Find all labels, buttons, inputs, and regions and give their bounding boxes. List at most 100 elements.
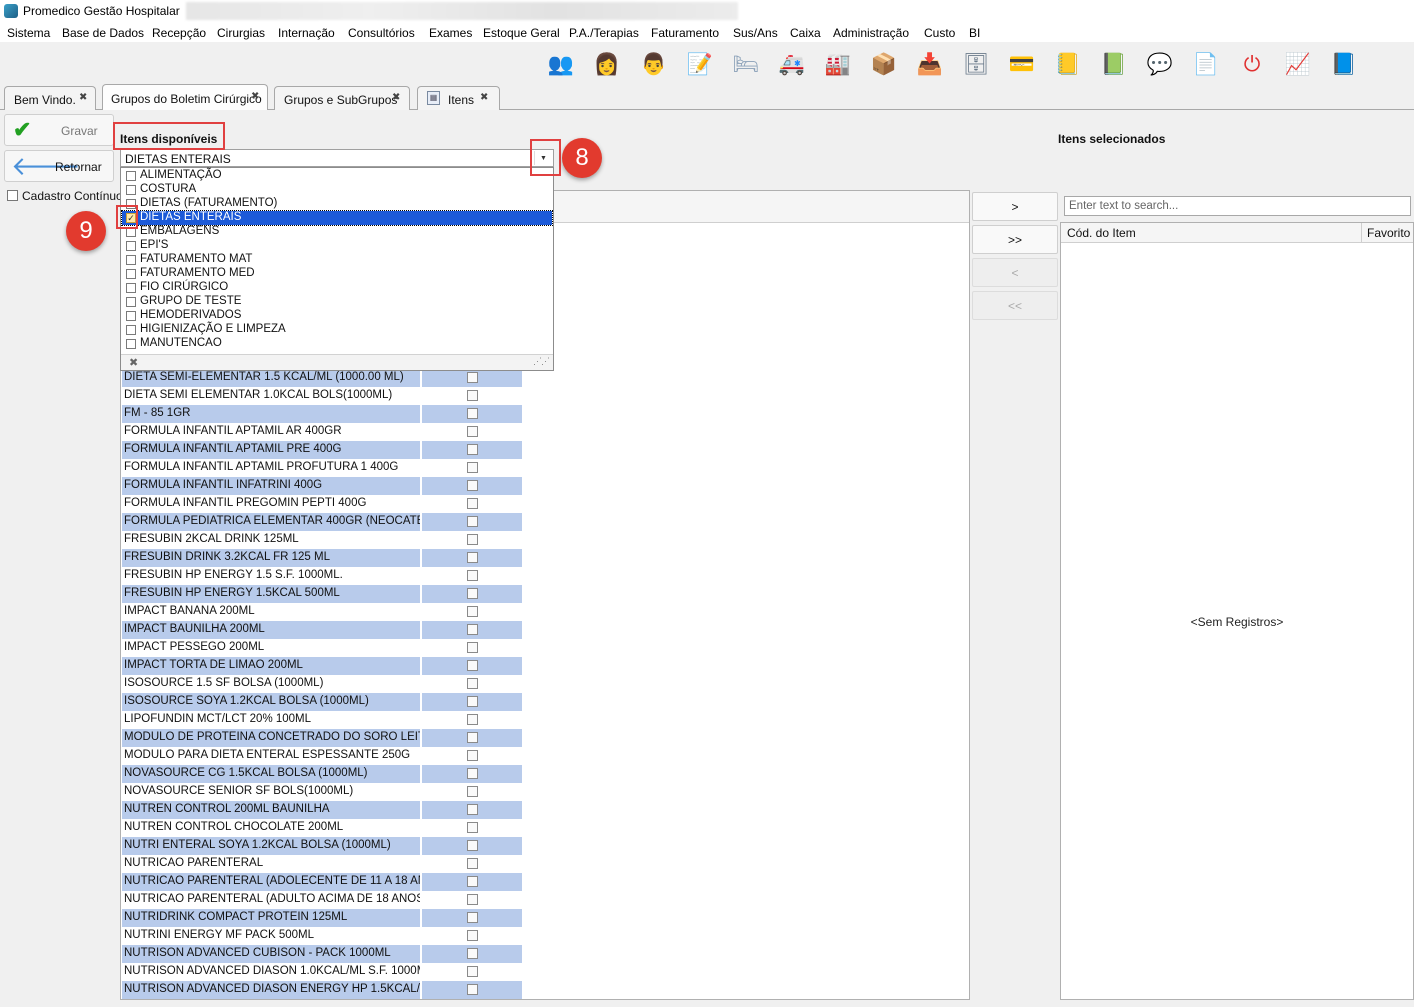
monitor-icon[interactable]: 📈 — [1281, 48, 1315, 82]
table-row[interactable]: IMPACT BANANA 200ML — [122, 603, 522, 621]
table-row[interactable]: FORMULA INFANTIL INFATRINI 400G — [122, 477, 522, 495]
table-row[interactable]: FRESUBIN 2KCAL DRINK 125ML — [122, 531, 522, 549]
dropdown-option[interactable]: HEMODERIVADOS — [122, 309, 552, 323]
add-selected-button[interactable]: > — [972, 192, 1058, 221]
remove-selected-button[interactable]: < — [972, 258, 1058, 287]
item-checkbox[interactable] — [467, 480, 478, 491]
item-checkbox[interactable] — [467, 858, 478, 869]
table-row[interactable]: NUTRICAO PARENTERAL (ADULTO ACIMA DE 18 … — [122, 891, 522, 909]
table-row[interactable]: IMPACT TORTA DE LIMAO 200ML — [122, 657, 522, 675]
option-checkbox[interactable] — [126, 311, 136, 321]
menu-custo[interactable]: Custo — [924, 26, 955, 40]
table-row[interactable]: FRESUBIN HP ENERGY 1.5 S.F. 1000ML. — [122, 567, 522, 585]
item-checkbox[interactable] — [467, 390, 478, 401]
item-checkbox[interactable] — [467, 660, 478, 671]
option-checkbox[interactable] — [126, 171, 136, 181]
item-checkbox[interactable] — [467, 624, 478, 635]
table-row[interactable]: IMPACT BAUNILHA 200ML — [122, 621, 522, 639]
menu-faturamento[interactable]: Faturamento — [651, 26, 719, 40]
item-checkbox[interactable] — [467, 642, 478, 653]
group-combobox[interactable]: DIETAS ENTERAIS ▼ — [120, 149, 554, 167]
item-checkbox[interactable] — [467, 876, 478, 887]
prescription-icon[interactable]: 📝 — [683, 48, 717, 82]
item-checkbox[interactable] — [467, 516, 478, 527]
menu-internacao[interactable]: Internação — [278, 26, 335, 40]
item-checkbox[interactable] — [467, 786, 478, 797]
option-checkbox[interactable] — [126, 283, 136, 293]
dropdown-option[interactable]: FATURAMENTO MED — [122, 267, 552, 281]
close-icon[interactable]: ✖ — [480, 92, 488, 103]
phonebook-icon[interactable]: 📒 — [1051, 48, 1085, 82]
menu-cirurgias[interactable]: Cirurgias — [217, 26, 265, 40]
dropdown-option[interactable]: MANUTENCAO — [122, 337, 552, 351]
menu-consultorios[interactable]: Consultórios — [348, 26, 415, 40]
ambulance-icon[interactable]: 🚑 — [775, 48, 809, 82]
table-row[interactable]: NUTRISON ADVANCED DIASON ENERGY HP 1.5KC… — [122, 981, 522, 999]
dropdown-option[interactable]: COSTURA — [122, 183, 552, 197]
dropdown-option[interactable]: HIGIENIZAÇÃO E LIMPEZA — [122, 323, 552, 337]
doctor-icon[interactable]: 👨 — [637, 48, 671, 82]
item-checkbox[interactable] — [467, 894, 478, 905]
table-row[interactable]: FORMULA INFANTIL APTAMIL PRE 400G — [122, 441, 522, 459]
item-checkbox[interactable] — [467, 588, 478, 599]
bed-icon[interactable]: 🛏 — [729, 48, 763, 82]
resize-grip-icon[interactable]: ⋰⋰ — [533, 356, 550, 367]
option-checkbox[interactable] — [126, 339, 136, 349]
dropdown-option[interactable]: DIETAS (FATURAMENTO) — [122, 197, 552, 211]
option-checkbox[interactable] — [126, 241, 136, 251]
table-row[interactable]: MODULO DE PROTEINA CONCETRADO DO SORO LE… — [122, 729, 522, 747]
menu-recepcao[interactable]: Recepção — [152, 26, 206, 40]
item-checkbox[interactable] — [467, 750, 478, 761]
table-row[interactable]: ISOSOURCE SOYA 1.2KCAL BOLSA (1000ML) — [122, 693, 522, 711]
menu-base-de-dados[interactable]: Base de Dados — [62, 26, 144, 40]
remove-all-button[interactable]: << — [972, 291, 1058, 320]
table-row[interactable]: NUTRICAO PARENTERAL — [122, 855, 522, 873]
table-row[interactable]: NUTRISON ADVANCED CUBISON - PACK 1000ML — [122, 945, 522, 963]
table-row[interactable]: LIPOFUNDIN MCT/LCT 20% 100ML — [122, 711, 522, 729]
item-checkbox[interactable] — [467, 462, 478, 473]
menu-bi[interactable]: BI — [969, 26, 980, 40]
dropdown-option[interactable]: FATURAMENTO MAT — [122, 253, 552, 267]
item-checkbox[interactable] — [467, 372, 478, 383]
table-row[interactable]: DIETA SEMI-ELEMENTAR 1.5 KCAL/ML (1000.0… — [122, 369, 522, 387]
option-checkbox[interactable] — [126, 185, 136, 195]
table-row[interactable]: DIETA SEMI ELEMENTAR 1.0KCAL BOLS(1000ML… — [122, 387, 522, 405]
warehouse-icon[interactable]: 🏭 — [821, 48, 855, 82]
menu-exames[interactable]: Exames — [429, 26, 472, 40]
item-checkbox[interactable] — [467, 498, 478, 509]
item-checkbox[interactable] — [467, 984, 478, 995]
table-row[interactable]: MODULO PARA DIETA ENTERAL ESPESSANTE 250… — [122, 747, 522, 765]
item-checkbox[interactable] — [467, 606, 478, 617]
menu-pa-terapias[interactable]: P.A./Terapias — [569, 26, 639, 40]
column-header-item-code[interactable]: Cód. do Item — [1067, 226, 1136, 240]
close-icon[interactable]: ✖ — [79, 92, 87, 103]
table-row[interactable]: NUTRI ENTERAL SOYA 1.2KCAL BOLSA (1000ML… — [122, 837, 522, 855]
close-icon[interactable]: ✖ — [129, 356, 138, 369]
tab-grupos-subgrupos[interactable]: Grupos e SubGrupos ✖ — [274, 86, 410, 110]
item-checkbox[interactable] — [467, 444, 478, 455]
dropdown-option[interactable]: ✓ DIETAS ENTERAIS — [121, 210, 553, 226]
item-checkbox[interactable] — [467, 948, 478, 959]
table-row[interactable]: NOVASOURCE CG 1.5KCAL BOLSA (1000ML) — [122, 765, 522, 783]
report-icon[interactable]: 📄 — [1189, 48, 1223, 82]
dropdown-option[interactable]: GRUPO DE TESTE — [122, 295, 552, 309]
tab-itens[interactable]: ▦ Itens ✖ — [417, 86, 500, 110]
table-row[interactable]: NUTRISON ADVANCED DIASON 1.0KCAL/ML S.F.… — [122, 963, 522, 981]
table-row[interactable]: FORMULA INFANTIL PREGOMIN PEPTI 400G — [122, 495, 522, 513]
dropdown-option[interactable]: ALIMENTAÇÃO — [122, 169, 552, 183]
table-row[interactable]: NUTRIDRINK COMPACT PROTEIN 125ML — [122, 909, 522, 927]
table-row[interactable]: NUTREN CONTROL 200ML BAUNILHA — [122, 801, 522, 819]
dropdown-option[interactable]: FIO CIRÚRGICO — [122, 281, 552, 295]
table-row[interactable]: NOVASOURCE SENIOR SF BOLS(1000ML) — [122, 783, 522, 801]
item-checkbox[interactable] — [467, 822, 478, 833]
menu-sistema[interactable]: Sistema — [7, 26, 50, 40]
reception-icon[interactable]: 👩 — [590, 48, 624, 82]
item-checkbox[interactable] — [467, 768, 478, 779]
item-checkbox[interactable] — [467, 714, 478, 725]
item-checkbox[interactable] — [467, 912, 478, 923]
billing-icon[interactable]: 💳 — [1005, 48, 1039, 82]
chat-icon[interactable]: 💬 — [1143, 48, 1177, 82]
search-input[interactable] — [1064, 196, 1411, 216]
column-header-favorite[interactable]: Favorito — [1367, 226, 1410, 240]
table-row[interactable]: FRESUBIN DRINK 3.2KCAL FR 125 ML — [122, 549, 522, 567]
